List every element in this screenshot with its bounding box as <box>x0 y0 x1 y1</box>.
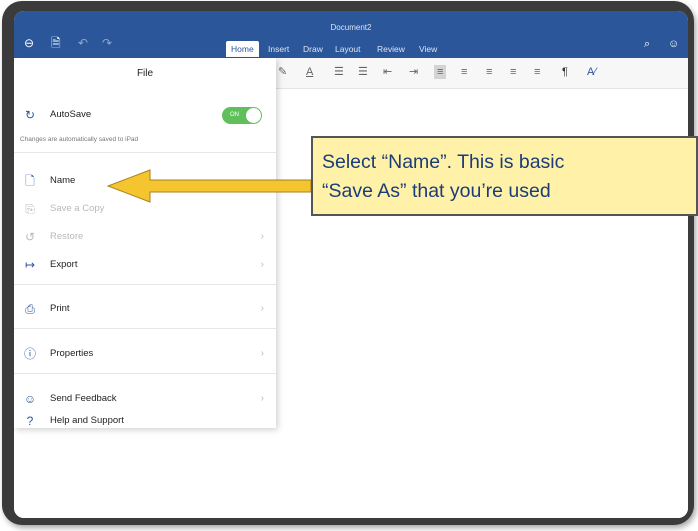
callout-line-2: “Save As” that you’re used <box>322 180 551 202</box>
arrow-shape <box>106 169 312 203</box>
callout-line-1: Select “Name”. This is basic <box>322 151 565 173</box>
annotation-arrow <box>106 169 312 203</box>
instruction-callout: Select “Name”. This is basic “Save As” t… <box>311 136 698 216</box>
